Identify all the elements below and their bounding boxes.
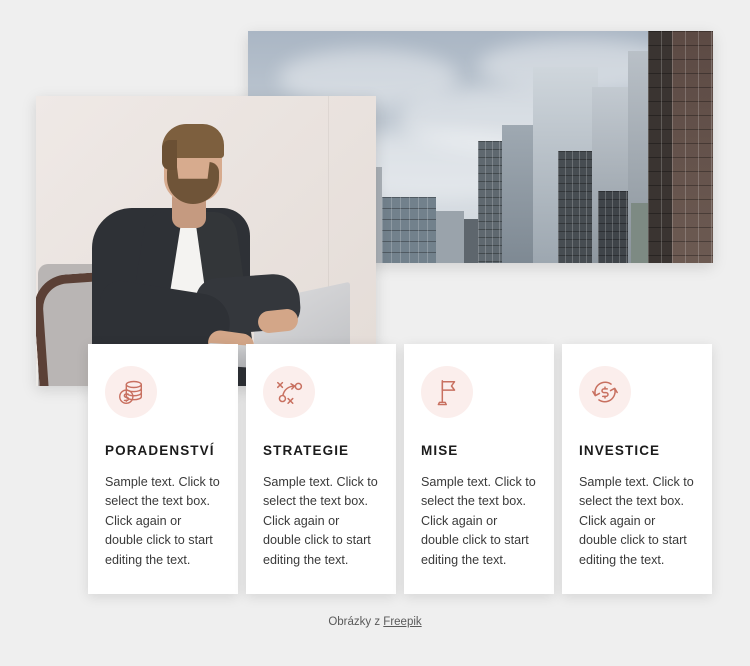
building [502,125,536,263]
flag-icon [421,366,473,418]
hair-side [162,140,177,170]
page-stage: PORADENSTVÍ Sample text. Click to select… [0,0,750,666]
feature-card[interactable]: STRATEGIE Sample text. Click to select t… [246,344,396,594]
building [382,197,436,263]
building [436,211,464,263]
feature-card[interactable]: INVESTICE Sample text. Click to select t… [562,344,712,594]
window-grid [478,141,502,263]
feature-cards: PORADENSTVÍ Sample text. Click to select… [88,344,713,594]
card-title: STRATEGIE [263,443,350,458]
window-grid [672,31,713,263]
card-text: Sample text. Click to select the text bo… [105,474,220,567]
image-credit: Obrázky z Freepik [0,616,750,628]
card-text: Sample text. Click to select the text bo… [421,474,536,567]
strategy-playbook-icon [263,366,315,418]
card-text: Sample text. Click to select the text bo… [579,474,694,567]
card-title: INVESTICE [579,443,661,458]
card-text: Sample text. Click to select the text bo… [263,474,378,567]
building [672,31,713,263]
window-grid [558,151,592,263]
building [478,141,502,263]
building [558,151,592,263]
feature-card[interactable]: PORADENSTVÍ Sample text. Click to select… [88,344,238,594]
card-title: MISE [421,443,459,458]
businessman-photo [36,96,376,386]
window-grid [648,31,672,263]
credit-prefix: Obrázky z [328,616,384,628]
freepik-link[interactable]: Freepik [383,616,421,628]
feature-card[interactable]: MISE Sample text. Click to select the te… [404,344,554,594]
card-title: PORADENSTVÍ [105,443,215,458]
money-refresh-icon [579,366,631,418]
building [598,191,630,263]
window-grid [598,191,630,263]
building [464,219,478,263]
building [648,31,672,263]
coins-stack-icon [105,366,157,418]
window-grid [382,197,436,263]
